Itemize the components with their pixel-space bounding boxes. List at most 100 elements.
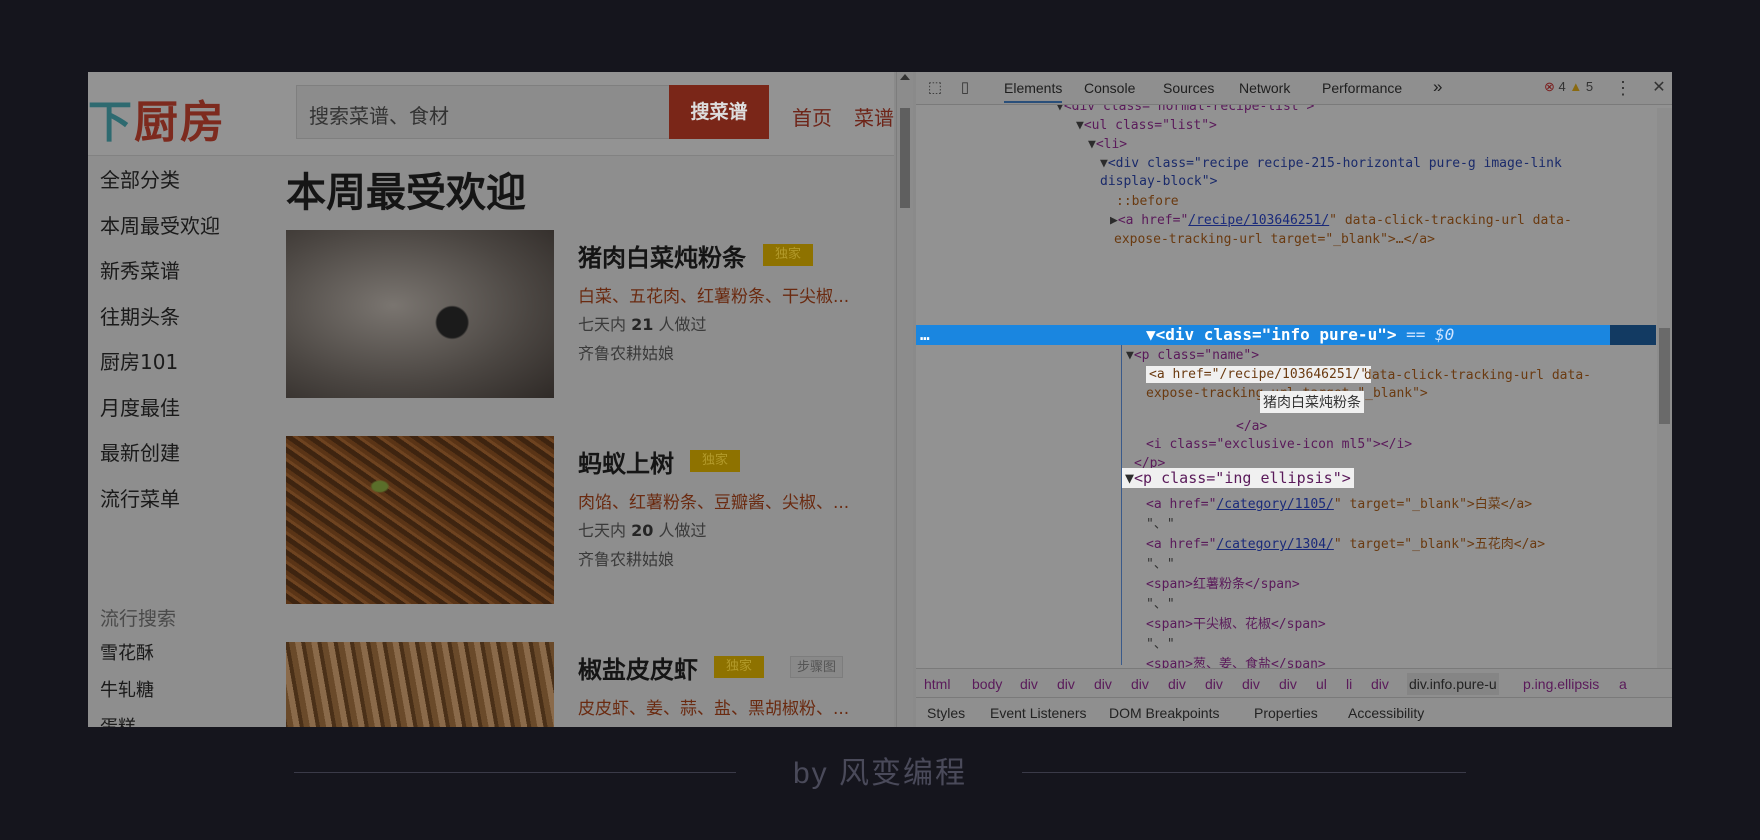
breadcrumb-item[interactable]: div [1242, 676, 1260, 692]
page-title: 本周最受欢迎 [286, 170, 526, 216]
sidebar-item-all[interactable]: 全部分类 [100, 156, 260, 202]
recipe-card[interactable]: 猪肉白菜炖粉条 独家 白菜、五花肉、红薯粉条、干尖椒... 七天内 21 人做过… [286, 230, 886, 400]
pseudo-element[interactable]: ::before [1116, 194, 1179, 209]
close-icon[interactable]: ✕ [1650, 79, 1668, 97]
sidebar-item-kitchen101[interactable]: 厨房101 [100, 338, 260, 384]
nav-home[interactable]: 首页 [792, 102, 832, 131]
breadcrumb-item[interactable]: div [1371, 676, 1389, 692]
highlighted-link-node[interactable]: <a href="/recipe/103646251/" [1146, 366, 1372, 383]
text-node: "、" [1146, 637, 1175, 652]
tab-elements[interactable]: Elements [1004, 80, 1063, 103]
popular-search-item[interactable]: 雪花酥 [100, 639, 154, 665]
screenshot-frame: 下厨房 搜索菜谱、食材 搜菜谱 首页 菜谱 全部分类 本周最受欢迎 新秀菜谱 往… [88, 72, 1672, 727]
breadcrumb-item[interactable]: ul [1316, 676, 1327, 692]
dom-node-cont: data-click-tracking-url data- [1364, 368, 1591, 383]
text-node: "、" [1146, 597, 1175, 612]
recipe-ingredients[interactable]: 皮皮虾、姜、蒜、盐、黑胡椒粉、... [578, 694, 849, 719]
highlighted-dom-node[interactable]: ▼<p class="ing ellipsis"> [1122, 468, 1354, 488]
text-node: "、" [1146, 557, 1175, 572]
tab-styles[interactable]: Styles [927, 705, 965, 721]
scrollbar-thumb[interactable] [1659, 328, 1670, 424]
breadcrumb-item-selected[interactable]: div.info.pure-u [1407, 673, 1499, 695]
recipe-card[interactable]: 蚂蚁上树 独家 肉馅、红薯粉条、豆瓣酱、尖椒、... 七天内 20 人做过 齐鲁… [286, 436, 886, 606]
dom-node[interactable]: ▼<div class="recipe recipe-215-horizonta… [1100, 156, 1562, 171]
breadcrumb-item[interactable]: html [924, 676, 950, 692]
breadcrumb-item[interactable]: div [1131, 676, 1149, 692]
dom-node[interactable]: ▼<ul class="list"> [1076, 118, 1217, 133]
tab-dom-breakpoints[interactable]: DOM Breakpoints [1109, 705, 1219, 721]
text-node-tooltip: 猪肉白菜炖粉条 [1260, 391, 1364, 413]
error-icon: ⊗ [1544, 79, 1555, 94]
more-tabs-icon[interactable]: » [1433, 77, 1442, 97]
dom-node[interactable]: <span>葱、姜、食盐</span> [1146, 653, 1326, 668]
breadcrumb-item[interactable]: li [1346, 676, 1352, 692]
tab-properties[interactable]: Properties [1254, 705, 1318, 721]
step-images-badge: 步骤图 [790, 656, 844, 678]
dom-node[interactable]: <i class="exclusive-icon ml5"></i> [1146, 437, 1412, 452]
sidebar-item-weekly[interactable]: 本周最受欢迎 [100, 202, 260, 248]
dom-node[interactable]: <span>红薯粉条</span> [1146, 573, 1300, 592]
tab-accessibility[interactable]: Accessibility [1348, 705, 1424, 721]
dom-node[interactable]: ▼<div class="normal-recipe-list"> [1056, 105, 1314, 114]
text-node: "、" [1146, 517, 1175, 532]
recipe-author[interactable]: 齐鲁农耕姑娘 [578, 340, 674, 364]
dom-node[interactable]: ▶<a href="/recipe/103646251/" data-click… [1110, 213, 1572, 228]
sidebar-panes-tabs: Styles Event Listeners DOM Breakpoints P… [916, 698, 1672, 727]
sidebar-item-new[interactable]: 新秀菜谱 [100, 247, 260, 293]
recipe-ingredients[interactable]: 白菜、五花肉、红薯粉条、干尖椒... [578, 282, 849, 307]
tab-event-listeners[interactable]: Event Listeners [990, 705, 1087, 721]
tab-console[interactable]: Console [1084, 80, 1135, 96]
scrollbar-thumb[interactable] [900, 108, 910, 208]
breadcrumb-item[interactable]: body [972, 676, 1002, 692]
elements-tree[interactable]: ▼<div class="normal-recipe-list"> ▼<ul c… [916, 105, 1672, 668]
dom-node[interactable]: </a> [1236, 419, 1267, 434]
elements-scrollbar[interactable] [1657, 108, 1672, 668]
recipe-image[interactable] [286, 642, 554, 727]
exclusive-badge: 独家 [714, 656, 765, 678]
tab-sources[interactable]: Sources [1163, 80, 1214, 96]
inspect-element-icon[interactable]: ⬚ [926, 79, 944, 97]
device-toggle-icon[interactable]: ▯ [956, 79, 974, 97]
dom-node[interactable]: <span>干尖椒、花椒</span> [1146, 613, 1326, 632]
sidebar-item-menus[interactable]: 流行菜单 [100, 475, 260, 521]
dom-node[interactable]: ▼<li> [1088, 137, 1127, 152]
selected-dom-node[interactable]: … ▼<div class="info pure-u"> == $0 [916, 325, 1656, 345]
recipe-image[interactable] [286, 230, 554, 398]
dom-node[interactable]: ▼<p class="name"> [1126, 348, 1259, 363]
breadcrumb-item[interactable]: p.ing.ellipsis [1523, 676, 1599, 692]
dom-node[interactable]: <a href="/category/1105/" target="_blank… [1146, 493, 1532, 512]
indent-guide [1121, 325, 1122, 665]
recipe-ingredients[interactable]: 肉馅、红薯粉条、豆瓣酱、尖椒、... [578, 488, 849, 513]
breadcrumb-item[interactable]: div [1057, 676, 1075, 692]
breadcrumb-item[interactable]: a [1619, 676, 1627, 692]
recipe-title[interactable]: 椒盐皮皮虾 [578, 650, 698, 685]
breadcrumb-item[interactable]: div [1205, 676, 1223, 692]
breadcrumb-item[interactable]: div [1279, 676, 1297, 692]
nav-recipes[interactable]: 菜谱 [854, 102, 894, 131]
warning-icon: ▲ [1569, 79, 1583, 94]
search-input[interactable]: 搜索菜谱、食材 [296, 85, 670, 139]
recipe-title[interactable]: 蚂蚁上树 [578, 444, 674, 479]
site-logo[interactable]: 下厨房 [88, 86, 226, 150]
breadcrumb-item[interactable]: div [1020, 676, 1038, 692]
recipe-image[interactable] [286, 436, 554, 604]
popular-search-item[interactable]: 蛋糕 [100, 713, 136, 727]
breadcrumb-item[interactable]: div [1168, 676, 1186, 692]
breadcrumb-item[interactable]: div [1094, 676, 1112, 692]
popular-search-item[interactable]: 牛轧糖 [100, 676, 154, 702]
recipe-title[interactable]: 猪肉白菜炖粉条 [578, 238, 746, 273]
issue-counts[interactable]: ⊗ 4 ▲ 5 [1544, 79, 1593, 95]
sidebar-item-latest[interactable]: 最新创建 [100, 429, 260, 475]
search-button[interactable]: 搜菜谱 [669, 85, 769, 139]
kebab-menu-icon[interactable]: ⋮ [1614, 79, 1632, 97]
dom-node[interactable]: <a href="/category/1304/" target="_blank… [1146, 533, 1545, 552]
recipe-author[interactable]: 齐鲁农耕姑娘 [578, 546, 674, 570]
sidebar-item-monthly[interactable]: 月度最佳 [100, 384, 260, 430]
recipe-card[interactable]: 椒盐皮皮虾 独家 步骤图 皮皮虾、姜、蒜、盐、黑胡椒粉、... [286, 642, 886, 727]
tab-performance[interactable]: Performance [1322, 80, 1402, 96]
site-header: 下厨房 搜索菜谱、食材 搜菜谱 首页 菜谱 [88, 72, 894, 156]
sidebar-item-past[interactable]: 往期头条 [100, 293, 260, 339]
scroll-up-arrow-icon[interactable] [900, 74, 910, 80]
tab-network[interactable]: Network [1239, 80, 1290, 96]
page-scrollbar[interactable] [896, 72, 913, 727]
